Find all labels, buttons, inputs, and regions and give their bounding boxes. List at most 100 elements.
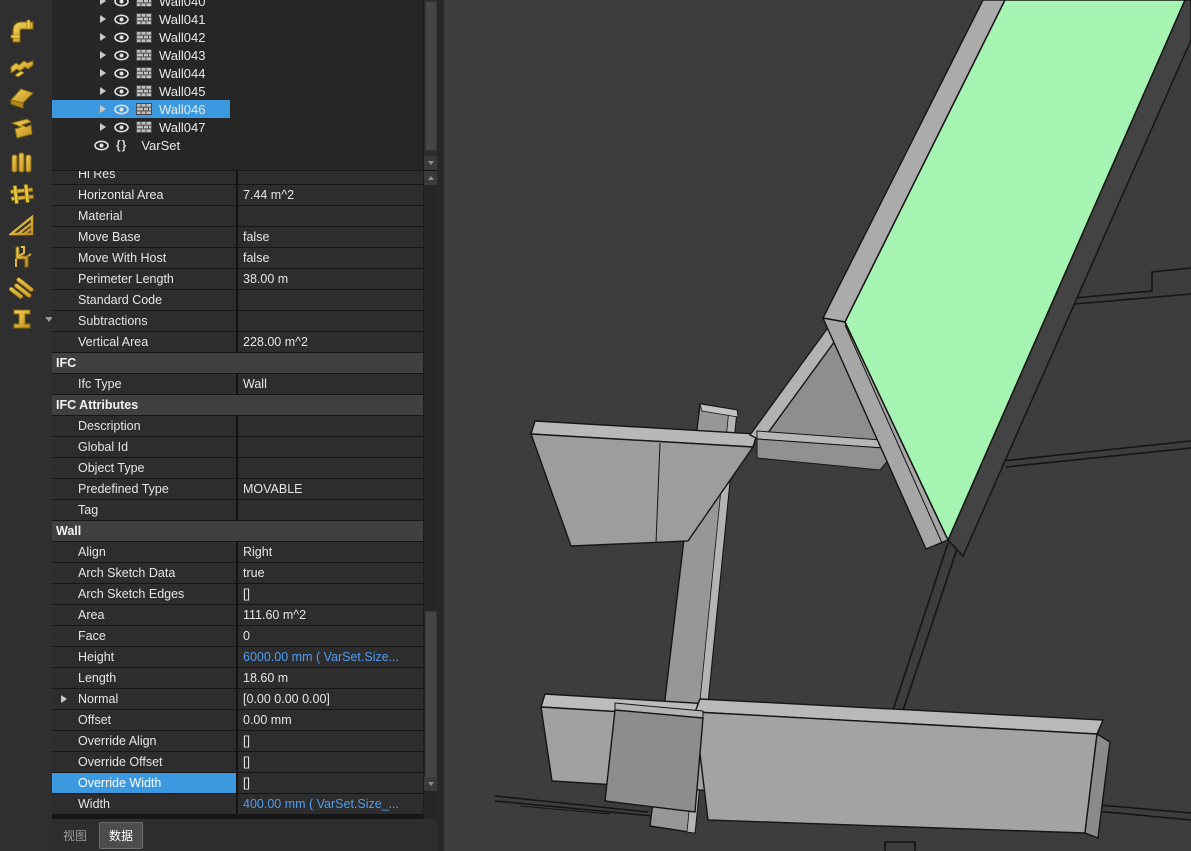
tree-item[interactable]: Wall043 [52, 46, 424, 64]
viewport-3d[interactable] [444, 0, 1191, 851]
property-label-cell[interactable]: Override Offset [52, 752, 238, 772]
property-value-cell[interactable]: 7.44 m^2 [238, 185, 424, 205]
property-label-cell[interactable]: Width [52, 794, 238, 814]
property-row[interactable]: Override Width [] [52, 773, 424, 793]
arch-partial-icon[interactable] [9, 0, 43, 16]
property-value-cell[interactable] [238, 206, 424, 226]
tree-item[interactable]: {} VarSet [52, 136, 424, 154]
property-value-cell[interactable] [238, 171, 424, 184]
property-label-cell[interactable]: Object Type [52, 458, 238, 478]
property-row[interactable]: Tag [52, 500, 424, 520]
property-value-cell[interactable]: false [238, 227, 424, 247]
visibility-eye-icon[interactable] [114, 122, 129, 133]
visibility-eye-icon[interactable] [114, 86, 129, 97]
property-label-cell[interactable]: Subtractions [52, 311, 238, 331]
property-value-cell[interactable]: 0 [238, 626, 424, 646]
property-value-cell[interactable]: Right [238, 542, 424, 562]
tree-item[interactable]: Wall044 [52, 64, 424, 82]
tree-item[interactable]: Wall047 [52, 118, 424, 136]
tab-view[interactable]: 视图 [54, 823, 96, 848]
property-group-header[interactable]: Wall [52, 521, 424, 541]
property-label-cell[interactable]: Offset [52, 710, 238, 730]
truss-icon[interactable] [9, 211, 43, 241]
tree-item[interactable]: Wall046 [52, 100, 424, 118]
roof-icon[interactable] [9, 82, 43, 112]
property-value-cell[interactable] [238, 500, 424, 520]
property-value-cell[interactable]: [0.00 0.00 0.00] [238, 689, 424, 709]
expander-arrow-icon[interactable] [100, 33, 106, 41]
property-group-header[interactable]: IFC Attributes [52, 395, 424, 415]
property-value-cell[interactable]: 38.00 m [238, 269, 424, 289]
property-value-cell[interactable]: 0.00 mm [238, 710, 424, 730]
property-row[interactable]: Area 111.60 m^2 [52, 605, 424, 625]
property-value-cell[interactable]: [] [238, 584, 424, 604]
expander-arrow-icon[interactable] [100, 123, 106, 131]
property-row[interactable]: Width 400.00 mm ( VarSet.Size_... [52, 794, 424, 814]
property-label-cell[interactable]: Vertical Area [52, 332, 238, 352]
property-label-cell[interactable]: Global Id [52, 437, 238, 457]
property-row[interactable]: Normal [0.00 0.00 0.00] [52, 689, 424, 709]
property-value-cell[interactable] [238, 311, 424, 331]
property-value-cell[interactable]: 18.60 m [238, 668, 424, 688]
property-row[interactable]: Offset 0.00 mm [52, 710, 424, 730]
property-row[interactable]: Description [52, 416, 424, 436]
property-row[interactable]: Perimeter Length 38.00 m [52, 269, 424, 289]
tree-scrollbar-thumb[interactable] [425, 1, 437, 151]
property-group-header[interactable]: IFC [52, 353, 424, 373]
tree-item[interactable]: Wall040 [52, 0, 424, 10]
property-label-cell[interactable]: Move With Host [52, 248, 238, 268]
expander-arrow-icon[interactable] [100, 105, 106, 113]
property-value-cell[interactable]: [] [238, 731, 424, 751]
property-label-cell[interactable]: Length [52, 668, 238, 688]
property-value-cell[interactable]: 228.00 m^2 [238, 332, 424, 352]
tree-scrollbar[interactable] [423, 0, 437, 170]
visibility-eye-icon[interactable] [114, 32, 129, 43]
property-row[interactable]: Horizontal Area 7.44 m^2 [52, 185, 424, 205]
property-label-cell[interactable]: Area [52, 605, 238, 625]
property-label-cell[interactable]: Arch Sketch Data [52, 563, 238, 583]
property-row[interactable]: Override Align [] [52, 731, 424, 751]
property-value-cell[interactable] [238, 458, 424, 478]
slab-lower-right[interactable] [695, 699, 1110, 838]
property-label-cell[interactable]: Description [52, 416, 238, 436]
property-row[interactable]: Override Offset [] [52, 752, 424, 772]
property-value-cell[interactable]: [] [238, 752, 424, 772]
property-row[interactable]: Ifc Type Wall [52, 374, 424, 394]
panel-icon[interactable] [9, 113, 43, 143]
panel-front-small[interactable] [605, 703, 703, 812]
property-label-cell[interactable]: Horizontal Area [52, 185, 238, 205]
props-scrollbar[interactable] [423, 171, 437, 819]
property-value-cell[interactable] [238, 290, 424, 310]
stairs-icon[interactable] [9, 49, 43, 79]
property-label-cell[interactable]: Align [52, 542, 238, 562]
property-row[interactable]: Align Right [52, 542, 424, 562]
property-row[interactable]: Subtractions [52, 311, 424, 331]
property-label-cell[interactable]: Face [52, 626, 238, 646]
props-scrollbar-thumb[interactable] [425, 611, 437, 783]
property-row[interactable]: Object Type [52, 458, 424, 478]
pipe-elbow-icon[interactable] [9, 16, 43, 46]
property-row[interactable]: Hi Res [52, 171, 424, 184]
expander-arrow-icon[interactable] [61, 695, 67, 703]
property-row[interactable]: Standard Code [52, 290, 424, 310]
property-row[interactable]: Arch Sketch Data true [52, 563, 424, 583]
property-value-cell[interactable]: Wall [238, 374, 424, 394]
tree-item[interactable]: Wall045 [52, 82, 424, 100]
property-label-cell[interactable]: Arch Sketch Edges [52, 584, 238, 604]
property-row[interactable]: Material [52, 206, 424, 226]
visibility-eye-icon[interactable] [94, 140, 109, 151]
property-label-cell[interactable]: Hi Res [52, 171, 238, 184]
visibility-eye-icon[interactable] [114, 68, 129, 79]
expander-arrow-icon[interactable] [100, 69, 106, 77]
property-row[interactable]: Vertical Area 228.00 m^2 [52, 332, 424, 352]
property-row[interactable]: Move Base false [52, 227, 424, 247]
property-value-cell[interactable]: false [238, 248, 424, 268]
property-value-cell[interactable] [238, 416, 424, 436]
expander-arrow-icon[interactable] [100, 51, 106, 59]
property-label-cell[interactable]: Height [52, 647, 238, 667]
tree-item[interactable]: Wall042 [52, 28, 424, 46]
tab-data[interactable]: 数据 [99, 822, 143, 849]
property-label-cell[interactable]: Override Width [52, 773, 238, 793]
property-value-cell[interactable]: 6000.00 mm ( VarSet.Size... [238, 647, 424, 667]
property-row[interactable]: Predefined Type MOVABLE [52, 479, 424, 499]
